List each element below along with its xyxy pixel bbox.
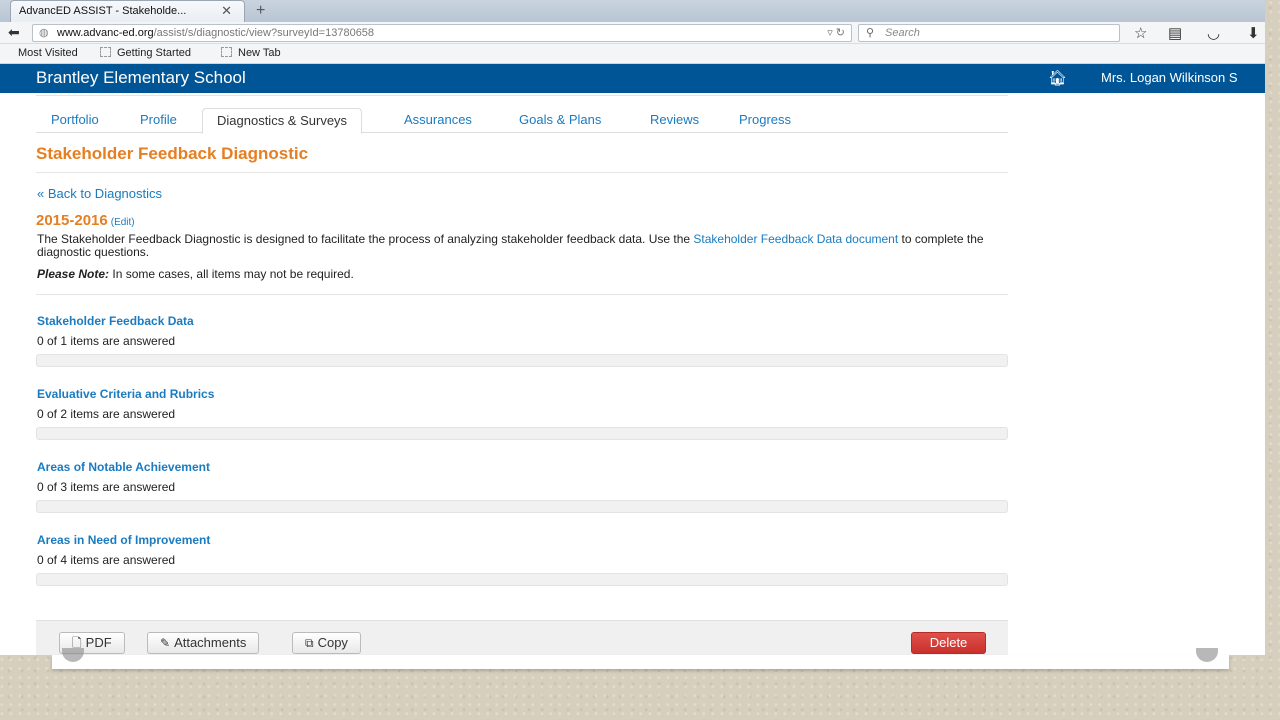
site-header: Brantley Elementary School 🏠︎ Mrs. Logan… (0, 64, 1265, 93)
section-tabs: Portfolio Profile Diagnostics & Surveys … (36, 108, 1008, 134)
url-host: www.advanc-ed.org (57, 27, 154, 39)
globe-icon: ◍ (39, 27, 49, 39)
browser-tabstrip: AdvancED ASSIST - Stakeholde... ✕ + (0, 0, 1265, 22)
progress-bar (36, 573, 1008, 586)
download-icon[interactable]: ⬇ (1247, 24, 1260, 42)
user-name[interactable]: Mrs. Logan Wilkinson S (1101, 70, 1238, 85)
divider (36, 95, 1008, 96)
section-count: 0 of 1 items are answered (37, 334, 176, 348)
paperclip-icon: ✎ (160, 636, 171, 650)
browser-tab-title: AdvancED ASSIST - Stakeholde... (19, 5, 187, 17)
close-icon[interactable]: ✕ (221, 1, 232, 21)
reading-list-icon[interactable]: ▤ (1168, 24, 1182, 42)
browser-navbar: ⬅ ◍ www.advanc-ed.org/assist/s/diagnosti… (0, 22, 1265, 44)
year-label: 2015-2016 (36, 212, 108, 229)
year-heading: 2015-2016 (Edit) (36, 212, 135, 229)
bookmarks-bar: Most Visited Getting Started New Tab (0, 44, 1265, 64)
pdf-label: PDF (85, 635, 112, 650)
divider (36, 172, 1008, 173)
browser-window: AdvancED ASSIST - Stakeholde... ✕ + ⬅ ◍ … (0, 0, 1265, 655)
please-note: Please Note: In some cases, all items ma… (37, 267, 354, 281)
back-arrow-icon[interactable]: ⬅ (8, 24, 20, 41)
pocket-icon[interactable]: ◡ (1207, 24, 1220, 42)
tab-progress[interactable]: Progress (739, 108, 791, 133)
reload-icon[interactable]: ▿ ↻ (827, 25, 845, 41)
page-icon (100, 47, 111, 57)
window-bottom-edge (52, 655, 1229, 669)
section-count: 0 of 3 items are answered (37, 480, 176, 494)
page-title: Stakeholder Feedback Diagnostic (36, 144, 309, 163)
bookmark-star-icon[interactable]: ☆ (1134, 24, 1147, 42)
bookmark-getting-started[interactable]: Getting Started (100, 44, 191, 63)
new-tab-icon[interactable]: + (256, 1, 265, 21)
copy-label: Copy (317, 635, 348, 650)
section-title-notable-achievement[interactable]: Areas of Notable Achievement (37, 460, 210, 474)
delete-button[interactable]: Delete (911, 632, 986, 654)
stakeholder-data-document-link[interactable]: Stakeholder Feedback Data document (693, 232, 898, 246)
section-title-stakeholder-feedback-data[interactable]: Stakeholder Feedback Data (37, 314, 194, 328)
main-content: Portfolio Profile Diagnostics & Surveys … (36, 95, 1008, 655)
section-count: 0 of 2 items are answered (37, 407, 176, 421)
home-icon[interactable]: 🏠︎ (1048, 69, 1067, 87)
bookmark-new-tab[interactable]: New Tab (221, 44, 281, 63)
browser-search-input[interactable]: ⚲ Search (858, 24, 1120, 42)
tab-reviews[interactable]: Reviews (650, 108, 699, 133)
edit-link[interactable]: (Edit) (111, 217, 135, 228)
browser-tab[interactable]: AdvancED ASSIST - Stakeholde... ✕ (10, 0, 245, 22)
search-icon: ⚲ (866, 27, 875, 39)
note-label: Please Note: (37, 267, 110, 281)
action-bar: 🗋 PDF ✎ Attachments ⧉ Copy Delete (36, 620, 1008, 655)
back-to-diagnostics-link[interactable]: « Back to Diagnostics (37, 186, 162, 201)
tab-diagnostics-surveys[interactable]: Diagnostics & Surveys (202, 108, 363, 134)
attachments-label: Attachments (174, 635, 247, 650)
description: The Stakeholder Feedback Diagnostic is d… (37, 233, 1002, 259)
progress-bar (36, 354, 1008, 367)
bookmark-label: Getting Started (117, 47, 191, 59)
page-icon (221, 47, 232, 57)
divider (36, 294, 1008, 295)
progress-bar (36, 427, 1008, 440)
url-path: /assist/s/diagnostic/view?surveyId=13780… (153, 27, 375, 39)
tab-goals-plans[interactable]: Goals & Plans (519, 108, 601, 133)
note-text: In some cases, all items may not be requ… (109, 267, 354, 281)
url-bar[interactable]: ◍ www.advanc-ed.org/assist/s/diagnostic/… (32, 24, 852, 42)
progress-bar (36, 500, 1008, 513)
bookmark-most-visited[interactable]: Most Visited (18, 44, 78, 63)
section-count: 0 of 4 items are answered (37, 553, 176, 567)
school-name[interactable]: Brantley Elementary School (36, 67, 246, 89)
section-title-need-of-improvement[interactable]: Areas in Need of Improvement (37, 533, 210, 547)
attachments-button[interactable]: ✎ Attachments (147, 632, 260, 654)
search-placeholder: Search (885, 27, 920, 39)
tab-profile[interactable]: Profile (140, 108, 177, 133)
copy-button[interactable]: ⧉ Copy (292, 632, 361, 654)
tab-assurances[interactable]: Assurances (404, 108, 472, 133)
bookmark-label: New Tab (238, 47, 281, 59)
section-title-evaluative-criteria[interactable]: Evaluative Criteria and Rubrics (37, 387, 214, 401)
copy-icon: ⧉ (305, 636, 314, 650)
description-text: The Stakeholder Feedback Diagnostic is d… (37, 232, 694, 246)
tab-portfolio[interactable]: Portfolio (51, 108, 99, 133)
